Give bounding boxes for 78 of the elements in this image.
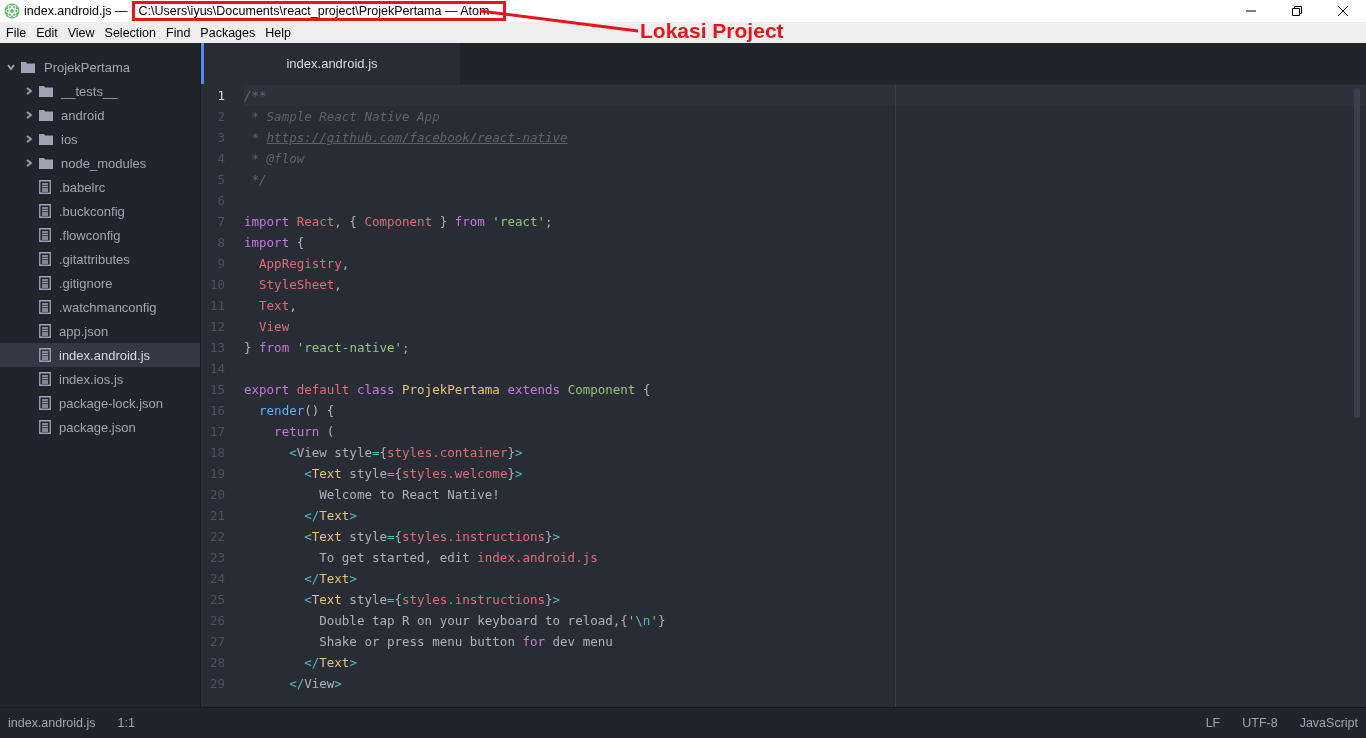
code-line: Text, bbox=[258, 298, 297, 313]
code-line: <Text style={styles.instructions}> bbox=[303, 592, 561, 607]
tree-item[interactable]: .buckconfig bbox=[0, 199, 200, 223]
encoding[interactable]: UTF-8 bbox=[1242, 716, 1278, 730]
window-title: index.android.js — bbox=[24, 4, 128, 18]
tree-item[interactable]: .flowconfig bbox=[0, 223, 200, 247]
code-line: export default class ProjekPertama extends Component { bbox=[244, 382, 651, 397]
code-line: </Text> bbox=[303, 571, 357, 586]
line-number: 1 bbox=[216, 87, 226, 105]
folder-icon bbox=[39, 85, 53, 97]
tree-item[interactable]: .gitattributes bbox=[0, 247, 200, 271]
code-line: <Text style={styles.welcome}> bbox=[303, 466, 523, 481]
close-icon bbox=[1338, 6, 1348, 16]
code-line: To get started, edit index.android.js bbox=[318, 550, 598, 565]
file-icon bbox=[39, 348, 51, 362]
tree-item[interactable]: .watchmanconfig bbox=[0, 295, 200, 319]
tree-item[interactable]: .gitignore bbox=[0, 271, 200, 295]
atom-logo-icon bbox=[4, 3, 20, 19]
tree-item[interactable]: node_modules bbox=[0, 151, 200, 175]
code-line: Shake or press menu button for dev menu bbox=[318, 634, 613, 649]
code-line: StyleSheet, bbox=[258, 277, 342, 292]
code-line: <View style={styles.container}> bbox=[288, 445, 523, 460]
code-line: import { bbox=[244, 235, 305, 250]
file-icon bbox=[39, 372, 51, 386]
file-icon bbox=[39, 324, 51, 338]
cursor-position[interactable]: 1:1 bbox=[117, 716, 135, 730]
menu-item[interactable]: Find bbox=[162, 25, 195, 40]
file-icon bbox=[39, 300, 51, 314]
tree-root[interactable]: ProjekPertama bbox=[0, 55, 200, 79]
line-ending[interactable]: LF bbox=[1205, 716, 1221, 730]
file-icon bbox=[39, 396, 51, 410]
tree-item[interactable]: package-lock.json bbox=[0, 391, 200, 415]
tree-item[interactable]: android bbox=[0, 103, 200, 127]
folder-icon bbox=[39, 109, 53, 121]
file-icon bbox=[39, 204, 51, 218]
code-line: } from 'react-native'; bbox=[244, 340, 410, 355]
code-line: </Text> bbox=[303, 655, 357, 670]
code-line: render() { bbox=[258, 403, 335, 418]
code-line: Welcome to React Native! bbox=[318, 487, 500, 502]
code-line: return ( bbox=[273, 424, 335, 439]
menu-item[interactable]: Help bbox=[261, 25, 295, 40]
folder-icon bbox=[21, 61, 35, 73]
code-line: * Sample React Native App bbox=[250, 109, 440, 124]
menu-item[interactable]: Selection bbox=[100, 25, 160, 40]
tree-item[interactable]: ios bbox=[0, 127, 200, 151]
code-line: <Text style={styles.instructions}> bbox=[303, 529, 561, 544]
code-line: */ bbox=[250, 172, 267, 187]
code-line: View bbox=[258, 319, 290, 334]
tree-item[interactable]: index.ios.js bbox=[0, 367, 200, 391]
annotation-label: Lokasi Project bbox=[640, 19, 784, 43]
file-icon bbox=[39, 180, 51, 194]
code-line: * @flow bbox=[250, 151, 305, 166]
menu-item[interactable]: Packages bbox=[196, 25, 260, 40]
editor-tab[interactable]: index.android.js bbox=[201, 43, 460, 84]
tree-item[interactable]: index.android.js bbox=[0, 343, 200, 367]
code-line: Double tap R on your keyboard to reload,{'\n'} bbox=[318, 613, 666, 628]
status-file[interactable]: index.android.js bbox=[8, 716, 96, 730]
menu-item[interactable]: View bbox=[63, 25, 99, 40]
file-icon bbox=[39, 228, 51, 242]
code-line: import React, { Component } from 'react'; bbox=[244, 214, 553, 229]
file-icon bbox=[39, 276, 51, 290]
code-line: </View> bbox=[288, 676, 342, 691]
file-icon bbox=[39, 252, 51, 266]
folder-icon bbox=[39, 157, 53, 169]
code-line: * https://github.com/facebook/react-native bbox=[250, 130, 568, 145]
tree-item[interactable]: __tests__ bbox=[0, 79, 200, 103]
restore-icon bbox=[1292, 6, 1302, 16]
tree-item[interactable]: app.json bbox=[0, 319, 200, 343]
code-line: AppRegistry, bbox=[258, 256, 350, 271]
tree-item[interactable]: package.json bbox=[0, 415, 200, 439]
menu-item[interactable]: Edit bbox=[32, 25, 62, 40]
file-icon bbox=[39, 420, 51, 434]
tree-item[interactable]: .babelrc bbox=[0, 175, 200, 199]
code-line: </Text> bbox=[303, 508, 357, 523]
grammar[interactable]: JavaScript bbox=[1299, 716, 1358, 730]
menu-item[interactable]: File bbox=[2, 25, 31, 40]
code-line: /** bbox=[244, 88, 267, 103]
folder-icon bbox=[39, 133, 53, 145]
